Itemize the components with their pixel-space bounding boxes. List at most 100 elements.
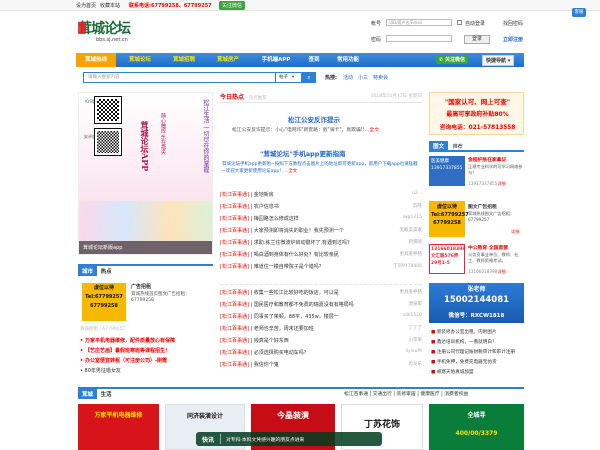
feature-app-banner[interactable]: IOS版 安卓版 茸城论坛APP 随心触控 乐在指尖 松江生活 一切尽在你的掌握… [78, 92, 213, 255]
read-more-link[interactable]: 全文 [369, 128, 379, 133]
city-ad-title: 广告招租 [131, 284, 152, 290]
search-button[interactable]: ⌕ [302, 72, 316, 83]
nav-item-signin[interactable]: 签到 [302, 53, 326, 67]
nav-item-jobs[interactable]: 茸城招聘 [164, 53, 204, 67]
picture-item-image: 13166018398 文汇路576弄29号1-5 [429, 244, 465, 274]
logo-url: bbs.sj.net.cn [96, 37, 128, 43]
picture-header: 图文 推荐 [429, 141, 524, 152]
register-link[interactable]: 立即注册 [503, 36, 523, 43]
city-ad-image[interactable]: 虚位以待 Tel:67799257 67799258 [82, 283, 126, 321]
site-logo[interactable]: 茸城论坛 bbs.sj.net.cn [78, 18, 148, 46]
news-list-2: [松江百事通] | 收集一些松江比较好吃的饭店，可以是 更具爱养猪 [松江百事通… [220, 286, 422, 378]
list-item[interactable]: ■ 手机免押，免费充电器无仿货 [431, 359, 497, 365]
read-more-link[interactable]: 全文 [288, 169, 297, 174]
list-item-author: n2... [411, 191, 422, 196]
list-item[interactable]: ■ 被寒天佑真诚加盟 [431, 369, 474, 375]
life-tab[interactable]: 装修家居 [397, 392, 416, 397]
picture-item-phone: 13917337855详细 [468, 181, 506, 186]
life-tab[interactable]: 健康医疗 [420, 392, 439, 397]
list-item-author: 了了了 [408, 326, 423, 331]
list-item[interactable]: [松江百事通] | 农户信息书 [220, 203, 279, 210]
life-tab[interactable]: 交通出行 [373, 392, 392, 397]
follow-wechat-top-button[interactable]: 关注微信 [219, 1, 246, 10]
favorite-link[interactable]: 收藏本站 [100, 2, 120, 9]
list-item[interactable]: • 万家平机电器维修，配件质量放心有保障 [80, 337, 175, 344]
list-item[interactable]: [松江百事通] | 国民医疗和教育都不免费的瑞嘉没有有格局吗 [220, 301, 354, 308]
qr-code-android [94, 128, 122, 156]
wechat-icon: ✆ [439, 57, 444, 63]
nav-item-forum[interactable]: 茸城论坛 [118, 53, 162, 67]
picture-item[interactable]: 虚位以待 Tel:67799257 67799258 图文广告招租 茸城热线图文… [429, 201, 524, 243]
ticker-divider [220, 434, 221, 444]
life-card[interactable]: 万家平机电器维修 [78, 404, 159, 450]
password-input[interactable] [386, 35, 452, 42]
list-item[interactable]: [松江百事通] | 老师也辛苦，周末还要加班 [220, 325, 314, 332]
life-title: 茸城 [78, 389, 98, 399]
list-item[interactable]: [松江百事通] | 我信你个鬼 [220, 361, 279, 368]
right-training-ad[interactable]: "国家认可、网上可查" 最高可享政府补贴80% 咨询电话：021-5781355… [429, 92, 524, 135]
float-service-button[interactable]: 客服 [572, 8, 586, 17]
life-tab[interactable]: 松江百事通 [344, 392, 368, 397]
today-sub: 热点推荐 [248, 96, 267, 101]
list-item[interactable]: [松江百事通] | 喝白酒到身体有什么好处？有比较亲民 [220, 251, 339, 258]
list-item[interactable]: ■ 新装修办公室出租，内附图片 [431, 329, 497, 335]
picture-item-image: 医美健康 13917337855 [429, 156, 465, 186]
list-item[interactable]: [松江百事通] | 难道住一楼自带院子是个错吗？ [220, 263, 324, 270]
search-type-select[interactable]: 帖子 ▾ [276, 72, 302, 83]
list-item[interactable]: [松江百事通] | 金地新房 [220, 191, 274, 198]
picture-item-detail[interactable]: 详细 [511, 229, 519, 235]
top-bar: 设为首页 收藏本站 联系电话:67799258、67799257 关注微信 [0, 0, 600, 11]
news-ticker[interactable]: 快讯 对专科·本科文凭感兴趣的朋友点进来 [196, 432, 382, 446]
life-card[interactable]: 全城寻 400/00/3379 [429, 404, 524, 450]
set-home-link[interactable]: 设为首页 [76, 2, 96, 9]
headline-1[interactable]: 松江公安反诈提示 [288, 114, 340, 124]
feature-slogan: 随心触控 乐在指尖 [160, 113, 166, 155]
headline-1-summary: 松江公安反诈提示：小心"电网诈"新套路：假"骑卡"，真欺骗!!…全文 [232, 128, 380, 133]
list-item[interactable]: [松江百事通] | 同事买了茉顿，88平，435w，楼层一 [220, 313, 339, 320]
search-input[interactable]: 请输入搜索内容 [83, 72, 276, 83]
nav-item-common[interactable]: 常用功能 [328, 53, 368, 67]
life-card-phone: 400/00/3379 [455, 430, 498, 437]
headline-2[interactable]: "茸城论坛"手机app更新指南 [260, 148, 345, 158]
follow-wechat-nav-button[interactable]: ✆ 关注微信 [436, 55, 468, 64]
list-item[interactable]: ■ 鑫达培训机构，一看就明白！ [431, 339, 497, 345]
list-item-author: 刺猬猪 [408, 240, 423, 245]
list-item[interactable]: • 80年男征婚女友 [80, 367, 121, 374]
list-item[interactable]: [松江百事通] | 求助:栋兰住微波炉启动键坏了,有遇到过吗? [220, 239, 350, 246]
contact-phone: 联系电话:67799258、67799257 [129, 3, 212, 9]
life-sub: 生活 [100, 392, 112, 398]
hot-search-item[interactable]: 特卖会 [373, 74, 388, 81]
nav-item-hotline[interactable]: 茸城热线 [76, 53, 116, 67]
list-item-author: 恐龙乐 [408, 362, 423, 367]
teacher-banner[interactable]: 张老师 15002144081 微信号：RXCW1818 [429, 283, 524, 323]
account-input[interactable]: UID/用户名/Email [386, 19, 452, 26]
list-item[interactable]: [松江百事通] | 钱真是个好东西 [220, 337, 289, 344]
feature-poem: 松江生活 一切尽在你的掌握 [202, 99, 209, 173]
nav-item-house[interactable]: 茸城房产 [206, 53, 250, 67]
list-item[interactable]: • 【艺庄艺画】暑假班寒班等课程招生！ [80, 347, 170, 354]
hot-search-item[interactable]: 活动 [343, 74, 353, 81]
find-password-link[interactable]: 找回密码 [503, 20, 523, 27]
list-item-author: zlili1520 [403, 313, 422, 318]
picture-item[interactable]: 医美健康 13917337855 金程护肤在家拿证 正规专业科学的可学习网络参与… [429, 156, 524, 198]
city-header: 城市 热点 [78, 264, 213, 276]
list-item[interactable]: [松江百事通] | 收集一些松江比较好吃的饭店，可以是 [220, 289, 339, 296]
auto-login-checkbox[interactable] [457, 20, 462, 25]
quick-nav-button[interactable]: 快捷导航 ▾ [482, 55, 515, 66]
list-item[interactable]: [松江百事通] | 必须选择购买电动车吗？ [220, 349, 309, 356]
picture-title: 图文 [429, 141, 449, 151]
hot-search-item[interactable]: 小三 [358, 74, 368, 81]
nav-item-app[interactable]: 手机端APP [252, 53, 300, 67]
list-item[interactable]: [松江百事通] | 梅园路怎么修成这样 [220, 215, 299, 222]
list-item-author: 更具爱养猪 [399, 252, 423, 257]
picture-item[interactable]: 13166018398 文汇路576弄29号1-5 中公教育 全国直营 公务员事… [429, 244, 524, 280]
life-tab[interactable]: 消费者权益 [444, 392, 468, 397]
picture-sub: 推荐 [452, 144, 463, 150]
list-item[interactable]: ■ 注册公司代理记账财税审计和审计注册 [431, 349, 515, 355]
search-icon: ⌕ [307, 74, 311, 81]
list-item[interactable]: [松江百事通] | 大家预测即将消失的职业！我先预测一个 [220, 227, 344, 234]
banner-name: 张老师 [467, 286, 486, 293]
ad-line-1: "国家认可、网上可查" [444, 98, 511, 106]
list-item[interactable]: • 办公室便宜转租（可注册公司）-刚需 [80, 357, 167, 364]
login-button[interactable]: 登录 [464, 35, 490, 44]
